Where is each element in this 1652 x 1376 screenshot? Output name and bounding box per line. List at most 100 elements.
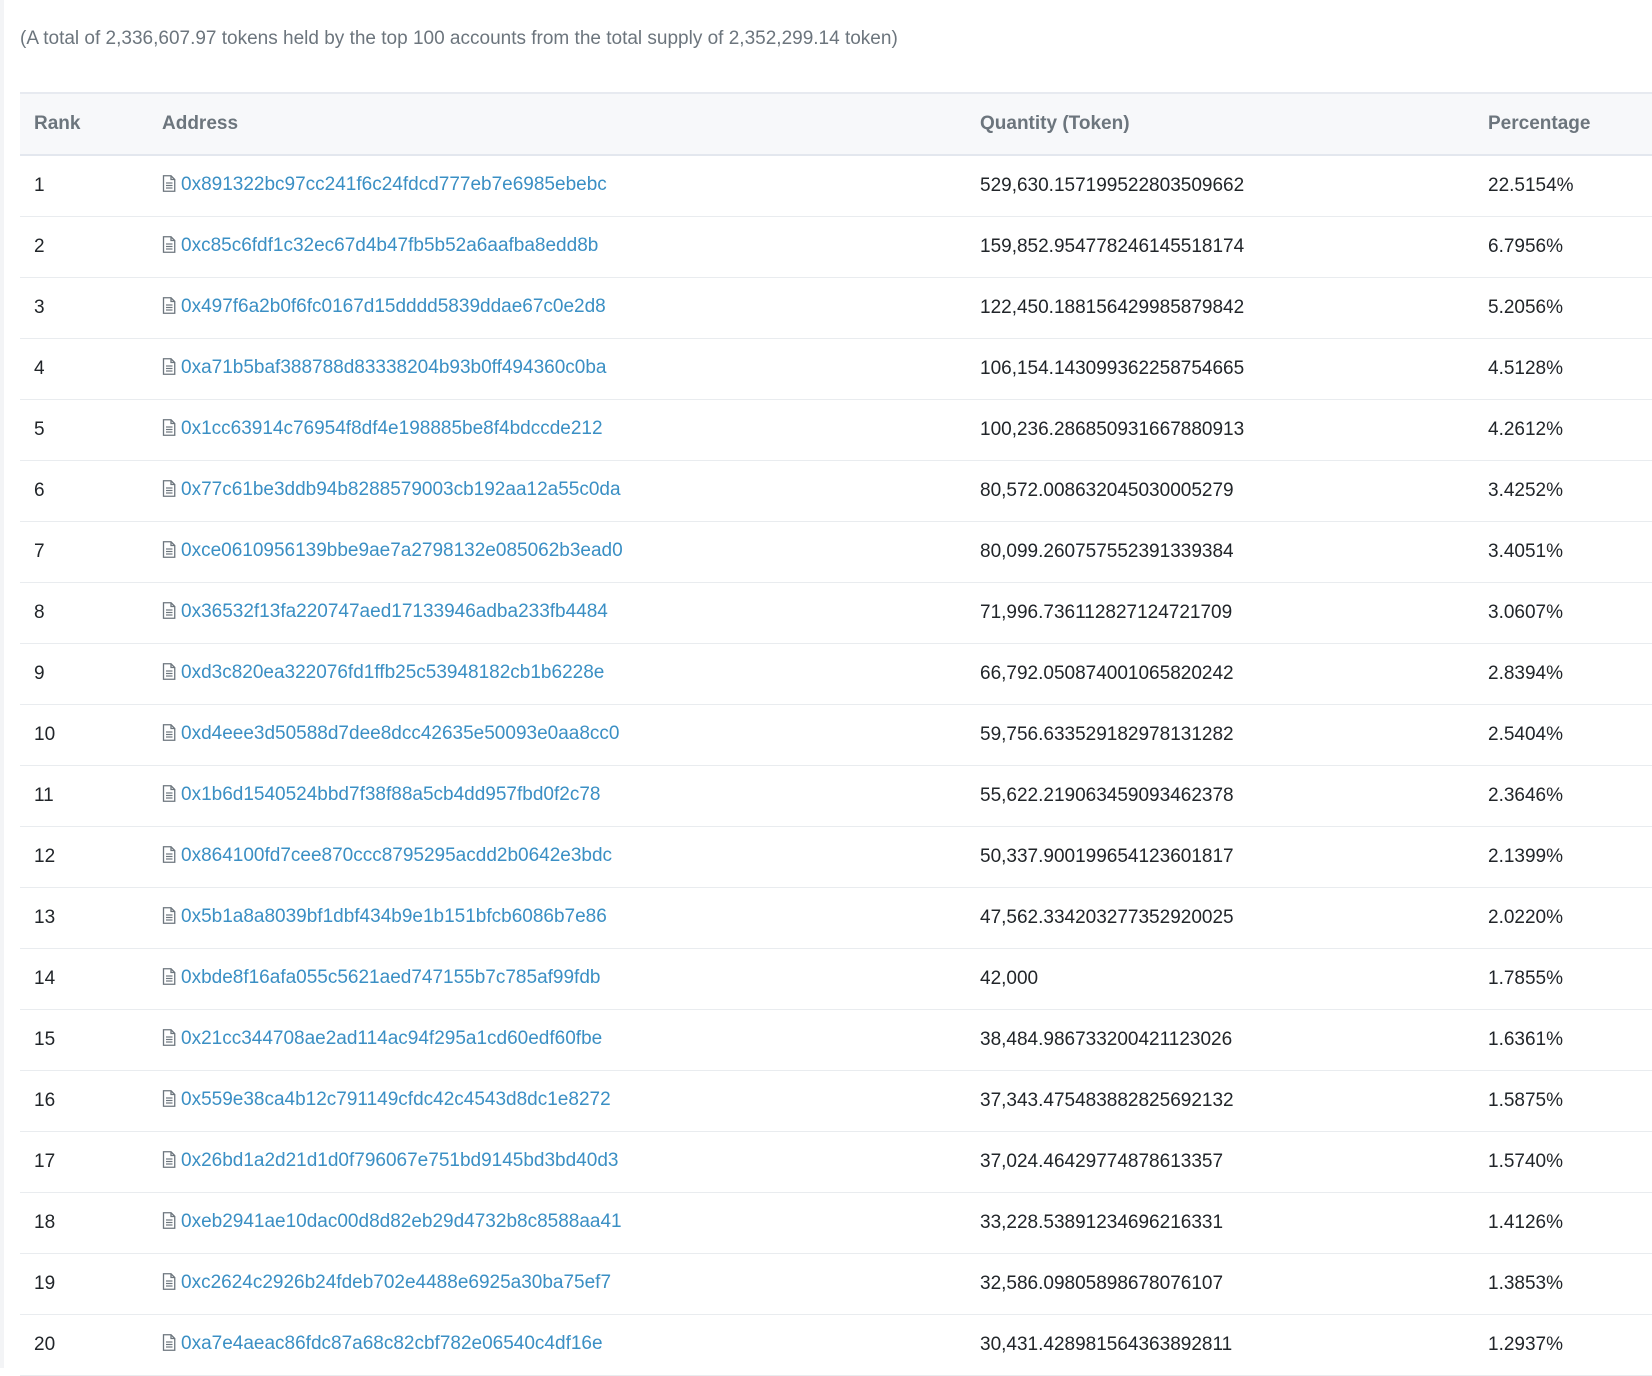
table-row: 20 0xa7e4aeac86fdc87a68c82cbf782e06540c4… xyxy=(20,1314,1652,1375)
address-link[interactable]: 0x864100fd7cee870ccc8795295acdd2b0642e3b… xyxy=(181,845,612,866)
rank-cell: 17 xyxy=(34,1150,56,1172)
address-cell: 0xce0610956139bbe9ae7a2798132e085062b3ea… xyxy=(148,521,966,582)
table-row: 8 0x36532f13fa220747aed17133946adba233fb… xyxy=(20,582,1652,643)
table-row: 18 0xeb2941ae10dac00d8d82eb29d4732b8c858… xyxy=(20,1192,1652,1253)
quantity-cell: 59,756.633529182978131282 xyxy=(980,723,1234,745)
rank-cell: 5 xyxy=(34,418,45,440)
file-text-icon xyxy=(162,601,176,625)
address-link[interactable]: 0x5b1a8a8039bf1dbf434b9e1b151bfcb6086b7e… xyxy=(181,906,607,927)
file-text-icon xyxy=(162,418,176,442)
percentage-cell: 2.3646% xyxy=(1488,784,1564,806)
table-row: 17 0x26bd1a2d21d1d0f796067e751bd9145bd3b… xyxy=(20,1131,1652,1192)
table-row: 7 0xce0610956139bbe9ae7a2798132e085062b3… xyxy=(20,521,1652,582)
page-left-border xyxy=(0,0,4,1368)
token-holders-table: Rank Address Quantity (Token) Percentage… xyxy=(20,92,1652,1376)
file-text-icon xyxy=(162,1333,176,1357)
quantity-cell: 50,337.900199654123601817 xyxy=(980,845,1234,867)
file-text-icon xyxy=(162,1089,176,1113)
table-row: 5 0x1cc63914c76954f8df4e198885be8f4bdccd… xyxy=(20,399,1652,460)
table-row: 11 0x1b6d1540524bbd7f38f88a5cb4dd957fbd0… xyxy=(20,765,1652,826)
percentage-cell: 1.3853% xyxy=(1488,1272,1564,1294)
table-row: 12 0x864100fd7cee870ccc8795295acdd2b0642… xyxy=(20,826,1652,887)
rank-cell: 19 xyxy=(34,1272,56,1294)
quantity-cell: 55,622.219063459093462378 xyxy=(980,784,1234,806)
address-link[interactable]: 0xbde8f16afa055c5621aed747155b7c785af99f… xyxy=(181,967,600,988)
address-cell: 0x77c61be3ddb94b8288579003cb192aa12a55c0… xyxy=(148,460,966,521)
table-body: 1 0x891322bc97cc241f6c24fdcd777eb7e6985e… xyxy=(20,155,1652,1375)
address-cell: 0xa71b5baf388788d83338204b93b0ff494360c0… xyxy=(148,338,966,399)
rank-cell: 18 xyxy=(34,1211,56,1233)
percentage-cell: 2.5404% xyxy=(1488,723,1564,745)
address-link[interactable]: 0x497f6a2b0f6fc0167d15dddd5839ddae67c0e2… xyxy=(181,296,606,317)
rank-cell: 20 xyxy=(34,1333,56,1355)
file-text-icon xyxy=(162,1272,176,1296)
file-text-icon xyxy=(162,662,176,686)
percentage-cell: 4.5128% xyxy=(1488,357,1564,379)
address-link[interactable]: 0xd4eee3d50588d7dee8dcc42635e50093e0aa8c… xyxy=(181,723,619,744)
address-link[interactable]: 0xeb2941ae10dac00d8d82eb29d4732b8c8588aa… xyxy=(181,1211,622,1232)
address-link[interactable]: 0xd3c820ea322076fd1ffb25c53948182cb1b622… xyxy=(181,662,604,683)
address-cell: 0x26bd1a2d21d1d0f796067e751bd9145bd3bd40… xyxy=(148,1131,966,1192)
address-cell: 0x1b6d1540524bbd7f38f88a5cb4dd957fbd0f2c… xyxy=(148,765,966,826)
table-row: 2 0xc85c6fdf1c32ec67d4b47fb5b52a6aafba8e… xyxy=(20,216,1652,277)
column-header-quantity: Quantity (Token) xyxy=(980,113,1130,134)
table-row: 19 0xc2624c2926b24fdeb702e4488e6925a30ba… xyxy=(20,1253,1652,1314)
percentage-cell: 1.4126% xyxy=(1488,1211,1564,1233)
address-cell: 0xc2624c2926b24fdeb702e4488e6925a30ba75e… xyxy=(148,1253,966,1314)
file-text-icon xyxy=(162,723,176,747)
table-row: 3 0x497f6a2b0f6fc0167d15dddd5839ddae67c0… xyxy=(20,277,1652,338)
column-header-rank: Rank xyxy=(34,113,81,134)
address-cell: 0x497f6a2b0f6fc0167d15dddd5839ddae67c0e2… xyxy=(148,277,966,338)
percentage-cell: 2.0220% xyxy=(1488,906,1564,928)
file-text-icon xyxy=(162,967,176,991)
percentage-cell: 3.4252% xyxy=(1488,479,1564,501)
address-link[interactable]: 0xa71b5baf388788d83338204b93b0ff494360c0… xyxy=(181,357,606,378)
address-link[interactable]: 0x891322bc97cc241f6c24fdcd777eb7e6985ebe… xyxy=(181,174,607,195)
address-cell: 0x21cc344708ae2ad114ac94f295a1cd60edf60f… xyxy=(148,1009,966,1070)
table-row: 4 0xa71b5baf388788d83338204b93b0ff494360… xyxy=(20,338,1652,399)
address-link[interactable]: 0x36532f13fa220747aed17133946adba233fb44… xyxy=(181,601,608,622)
address-link[interactable]: 0xce0610956139bbe9ae7a2798132e085062b3ea… xyxy=(181,540,623,561)
quantity-cell: 33,228.53891234696216331 xyxy=(980,1211,1224,1233)
address-cell: 0x891322bc97cc241f6c24fdcd777eb7e6985ebe… xyxy=(148,155,966,216)
file-text-icon xyxy=(162,174,176,198)
file-text-icon xyxy=(162,784,176,808)
address-cell: 0xeb2941ae10dac00d8d82eb29d4732b8c8588aa… xyxy=(148,1192,966,1253)
percentage-cell: 2.1399% xyxy=(1488,845,1564,867)
address-link[interactable]: 0x1cc63914c76954f8df4e198885be8f4bdccde2… xyxy=(181,418,603,439)
address-cell: 0xbde8f16afa055c5621aed747155b7c785af99f… xyxy=(148,948,966,1009)
column-header-percentage: Percentage xyxy=(1488,113,1591,134)
rank-cell: 8 xyxy=(34,601,45,623)
address-cell: 0xc85c6fdf1c32ec67d4b47fb5b52a6aafba8edd… xyxy=(148,216,966,277)
rank-cell: 10 xyxy=(34,723,56,745)
quantity-cell: 37,024.46429774878613357 xyxy=(980,1150,1224,1172)
file-text-icon xyxy=(162,479,176,503)
address-link[interactable]: 0xc85c6fdf1c32ec67d4b47fb5b52a6aafba8edd… xyxy=(181,235,598,256)
percentage-cell: 5.2056% xyxy=(1488,296,1564,318)
address-link[interactable]: 0x559e38ca4b12c791149cfdc42c4543d8dc1e82… xyxy=(181,1089,611,1110)
address-link[interactable]: 0xa7e4aeac86fdc87a68c82cbf782e06540c4df1… xyxy=(181,1333,603,1354)
address-cell: 0x864100fd7cee870ccc8795295acdd2b0642e3b… xyxy=(148,826,966,887)
rank-cell: 14 xyxy=(34,967,56,989)
address-link[interactable]: 0xc2624c2926b24fdeb702e4488e6925a30ba75e… xyxy=(181,1272,611,1293)
holders-summary: (A total of 2,336,607.97 tokens held by … xyxy=(20,28,898,49)
percentage-cell: 22.5154% xyxy=(1488,174,1574,196)
table-row: 15 0x21cc344708ae2ad114ac94f295a1cd60edf… xyxy=(20,1009,1652,1070)
address-link[interactable]: 0x21cc344708ae2ad114ac94f295a1cd60edf60f… xyxy=(181,1028,602,1049)
address-link[interactable]: 0x77c61be3ddb94b8288579003cb192aa12a55c0… xyxy=(181,479,621,500)
address-cell: 0x1cc63914c76954f8df4e198885be8f4bdccde2… xyxy=(148,399,966,460)
rank-cell: 2 xyxy=(34,235,45,257)
percentage-cell: 3.0607% xyxy=(1488,601,1564,623)
address-link[interactable]: 0x26bd1a2d21d1d0f796067e751bd9145bd3bd40… xyxy=(181,1150,618,1171)
address-link[interactable]: 0x1b6d1540524bbd7f38f88a5cb4dd957fbd0f2c… xyxy=(181,784,600,805)
percentage-cell: 6.7956% xyxy=(1488,235,1564,257)
percentage-cell: 1.7855% xyxy=(1488,967,1564,989)
address-cell: 0xd3c820ea322076fd1ffb25c53948182cb1b622… xyxy=(148,643,966,704)
quantity-cell: 159,852.954778246145518174 xyxy=(980,235,1245,257)
rank-cell: 12 xyxy=(34,845,56,867)
address-cell: 0xd4eee3d50588d7dee8dcc42635e50093e0aa8c… xyxy=(148,704,966,765)
quantity-cell: 47,562.334203277352920025 xyxy=(980,906,1234,928)
table-row: 14 0xbde8f16afa055c5621aed747155b7c785af… xyxy=(20,948,1652,1009)
table-row: 13 0x5b1a8a8039bf1dbf434b9e1b151bfcb6086… xyxy=(20,887,1652,948)
file-text-icon xyxy=(162,296,176,320)
